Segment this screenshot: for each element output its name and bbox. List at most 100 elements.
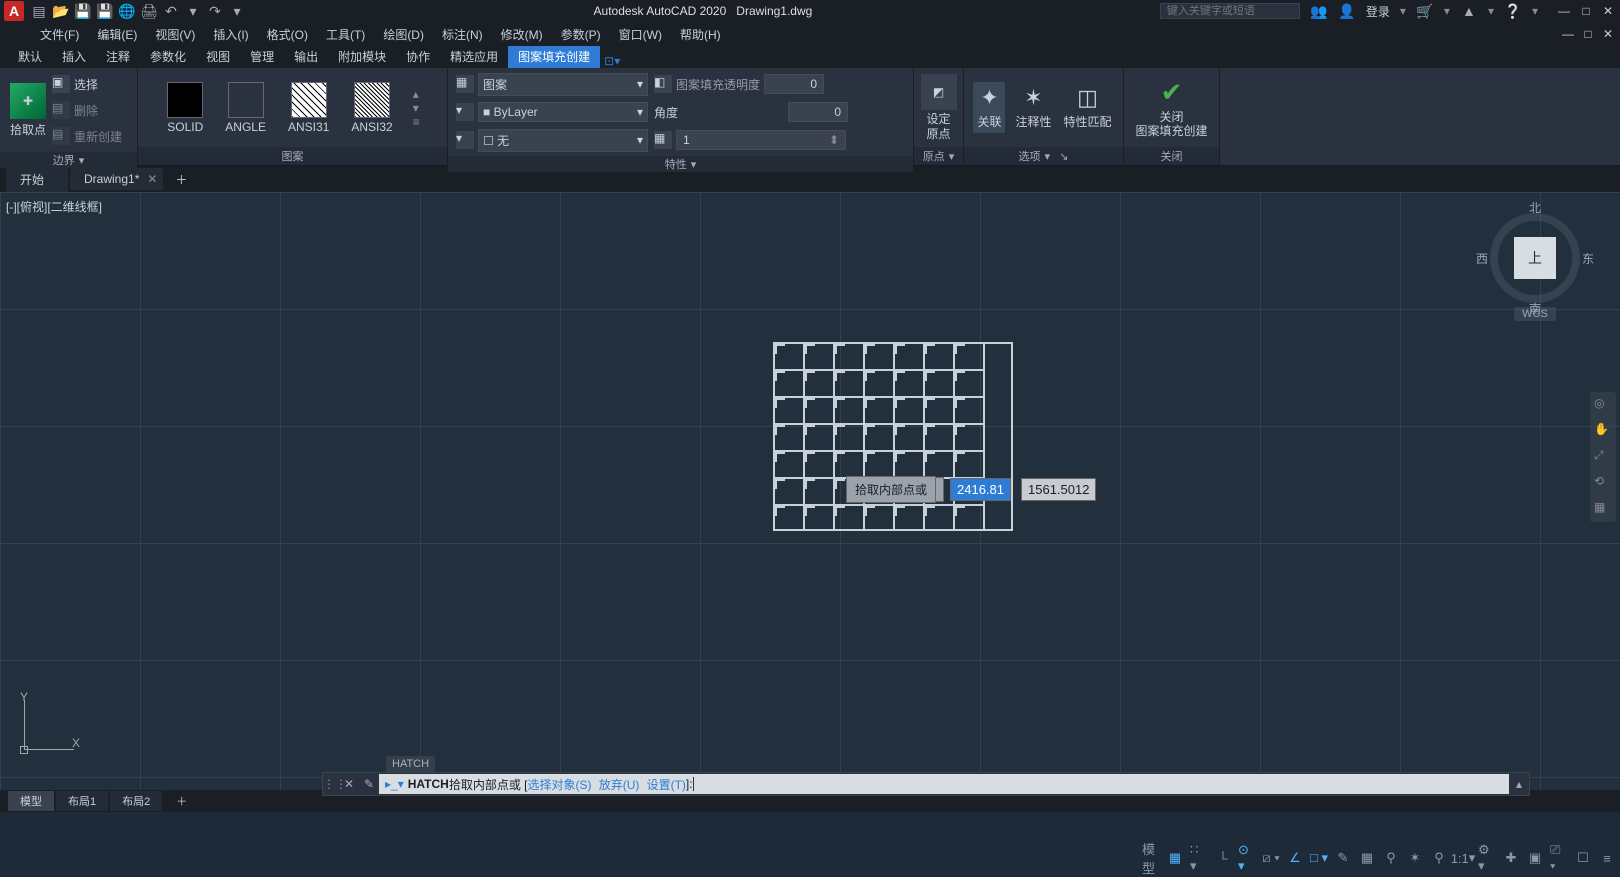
doc-restore-icon[interactable]: □ (1580, 26, 1596, 42)
pick-point-button[interactable]: ✚ 拾取点 (8, 81, 48, 140)
new-icon[interactable]: ▤ (30, 2, 48, 20)
menu-insert[interactable]: 插入(I) (213, 26, 248, 43)
redo-icon[interactable]: ↷ (206, 2, 224, 20)
status-annovis-icon[interactable]: ✶ (1406, 849, 1424, 867)
status-grid-icon[interactable]: ▦ (1166, 849, 1184, 867)
search-input[interactable] (1160, 3, 1300, 19)
annotative-button[interactable]: ✶ 注释性 (1013, 83, 1053, 132)
app-logo[interactable]: A (4, 1, 24, 21)
tab-close-icon[interactable]: ✕ (147, 172, 157, 186)
status-hw-icon[interactable]: ⎚ ▾ (1550, 849, 1568, 867)
hatch-type-combo[interactable]: 图案▾ (478, 73, 648, 96)
drawing-area[interactable]: [-][俯视][二维线框] 拾取内部点或 2416.81 1561.5012 北… (0, 192, 1620, 790)
status-am-icon[interactable]: ✚ (1502, 849, 1520, 867)
menu-window[interactable]: 窗口(W) (619, 26, 662, 43)
user-icon[interactable]: 👤 (1338, 2, 1356, 20)
vc-west[interactable]: 西 (1476, 250, 1488, 267)
vc-top[interactable]: 上 (1514, 237, 1556, 279)
tab-layout2[interactable]: 布局2 (110, 791, 162, 811)
angle-input[interactable]: 0 (788, 102, 848, 122)
vc-east[interactable]: 东 (1582, 250, 1594, 267)
tab-annotate[interactable]: 注释 (96, 45, 140, 68)
tab-start[interactable]: 开始 (6, 167, 68, 192)
minimize-icon[interactable]: — (1556, 3, 1572, 19)
pattern-down-icon[interactable]: ▾ (413, 101, 420, 115)
status-custom-icon[interactable]: ≡ (1598, 849, 1616, 867)
redo-drop-icon[interactable]: ▾ (228, 2, 246, 20)
tab-drawing1[interactable]: Drawing1*✕ (70, 168, 163, 190)
status-annoscale-icon[interactable]: ⚲ (1382, 849, 1400, 867)
cmd-close-icon[interactable]: ✕ (339, 774, 359, 794)
close-hatch-button[interactable]: ✔ 关闭 图案填充创建 (1133, 75, 1209, 141)
hatch-bg-combo[interactable]: ☐ 无▾ (478, 129, 648, 152)
pattern-up-icon[interactable]: ▴ (413, 87, 420, 101)
infocenter-icon[interactable]: 👥 (1310, 2, 1328, 20)
recreate-boundary-button[interactable]: ▤重新创建 (52, 124, 122, 148)
select-objects-button[interactable]: ▣选择 (52, 72, 122, 96)
maximize-icon[interactable]: □ (1578, 3, 1594, 19)
doc-minimize-icon[interactable]: — (1560, 26, 1576, 42)
match-props-button[interactable]: ◫ 特性匹配 (1062, 83, 1114, 132)
close-icon[interactable]: ✕ (1600, 3, 1616, 19)
status-lwt-icon[interactable]: ✎ (1334, 849, 1352, 867)
command-line[interactable]: ⋮⋮ ✕ ✎ ▸_▾ HATCH 拾取内部点或 [选择对象(S) 放弃(U) 设… (322, 772, 1530, 796)
tab-output[interactable]: 输出 (284, 45, 328, 68)
panel-options-label[interactable]: 选项 ▾ ↘ (964, 147, 1123, 165)
status-scale[interactable]: 1:1 ▾ (1454, 849, 1472, 867)
open-icon[interactable]: 📂 (52, 2, 70, 20)
nav-zoom-icon[interactable]: ⤢ (1594, 448, 1612, 466)
status-model[interactable]: 模型 (1142, 849, 1160, 867)
status-ortho-icon[interactable]: └ (1214, 849, 1232, 867)
login-label[interactable]: 登录 (1366, 3, 1390, 20)
menu-edit[interactable]: 编辑(E) (97, 26, 137, 43)
status-qv-icon[interactable]: ▣ (1526, 849, 1544, 867)
cmd-expand-icon[interactable]: ▴ (1509, 774, 1529, 794)
hatch-color-icon[interactable]: ▾ (456, 103, 474, 121)
tab-default[interactable]: 默认 (8, 45, 52, 68)
menu-format[interactable]: 格式(O) (267, 26, 308, 43)
tab-focus-icon[interactable]: ⊡▾ (604, 54, 620, 68)
menu-param[interactable]: 参数(P) (561, 26, 601, 43)
tab-manage[interactable]: 管理 (240, 45, 284, 68)
help-icon[interactable]: ❔ (1504, 2, 1522, 20)
menu-view[interactable]: 视图(V) (155, 26, 195, 43)
panel-origin-label[interactable]: 原点 ▾ (914, 147, 963, 165)
associative-button[interactable]: ✦ 关联 (973, 82, 1005, 133)
tab-featured[interactable]: 精选应用 (440, 45, 508, 68)
cmd-customize-icon[interactable]: ✎ (359, 774, 379, 794)
status-polar-icon[interactable]: ⊙ ▾ (1238, 849, 1256, 867)
status-annoauto-icon[interactable]: ⚲ (1430, 849, 1448, 867)
delete-boundary-button[interactable]: ▤删除 (52, 98, 122, 122)
status-tpy-icon[interactable]: ▦ (1358, 849, 1376, 867)
vc-south[interactable]: 南 (1529, 300, 1541, 317)
save-icon[interactable]: 💾 (74, 2, 92, 20)
hatch-color-combo[interactable]: ■ ByLayer▾ (478, 102, 648, 122)
nav-wheel-icon[interactable]: ◎ (1594, 396, 1612, 414)
transp-icon[interactable]: ◧ (654, 75, 672, 93)
transparency-input[interactable]: 0 (764, 74, 824, 94)
panel-boundary-label[interactable]: 边界 ▾ (0, 152, 137, 168)
status-snap-icon[interactable]: ∷ ▾ (1190, 849, 1208, 867)
cmd-grip-icon[interactable]: ⋮⋮ (323, 777, 339, 791)
tab-hatch-create[interactable]: 图案填充创建 (508, 45, 600, 68)
status-ws-icon[interactable]: ⚙ ▾ (1478, 849, 1496, 867)
exchange-icon[interactable]: 🛒 (1416, 2, 1434, 20)
nav-showmotion-icon[interactable]: ▦ (1594, 500, 1612, 518)
plot-icon[interactable]: 🖨 (140, 2, 158, 20)
web-icon[interactable]: 🌐 (118, 2, 136, 20)
tab-parametric[interactable]: 参数化 (140, 45, 196, 68)
menu-draw[interactable]: 绘图(D) (383, 26, 424, 43)
panel-props-label[interactable]: 特性 ▾ (448, 156, 913, 172)
a360-icon[interactable]: ▲ (1460, 2, 1478, 20)
command-input[interactable]: ▸_▾ HATCH 拾取内部点或 [选择对象(S) 放弃(U) 设置(T)]: (379, 774, 1509, 794)
status-osnap-icon[interactable]: □ ▾ (1310, 849, 1328, 867)
undo-drop-icon[interactable]: ▾ (184, 2, 202, 20)
tab-addins[interactable]: 附加模块 (328, 45, 396, 68)
nav-pan-icon[interactable]: ✋ (1594, 422, 1612, 440)
tab-model[interactable]: 模型 (8, 791, 54, 811)
hatch-bg-icon[interactable]: ▾ (456, 131, 474, 149)
dyn-y-input[interactable]: 1561.5012 (1021, 478, 1096, 501)
pattern-angle[interactable]: ANGLE (223, 80, 268, 136)
status-iso-icon[interactable]: ⧄ ▾ (1262, 849, 1280, 867)
viewport-label[interactable]: [-][俯视][二维线框] (6, 198, 102, 215)
